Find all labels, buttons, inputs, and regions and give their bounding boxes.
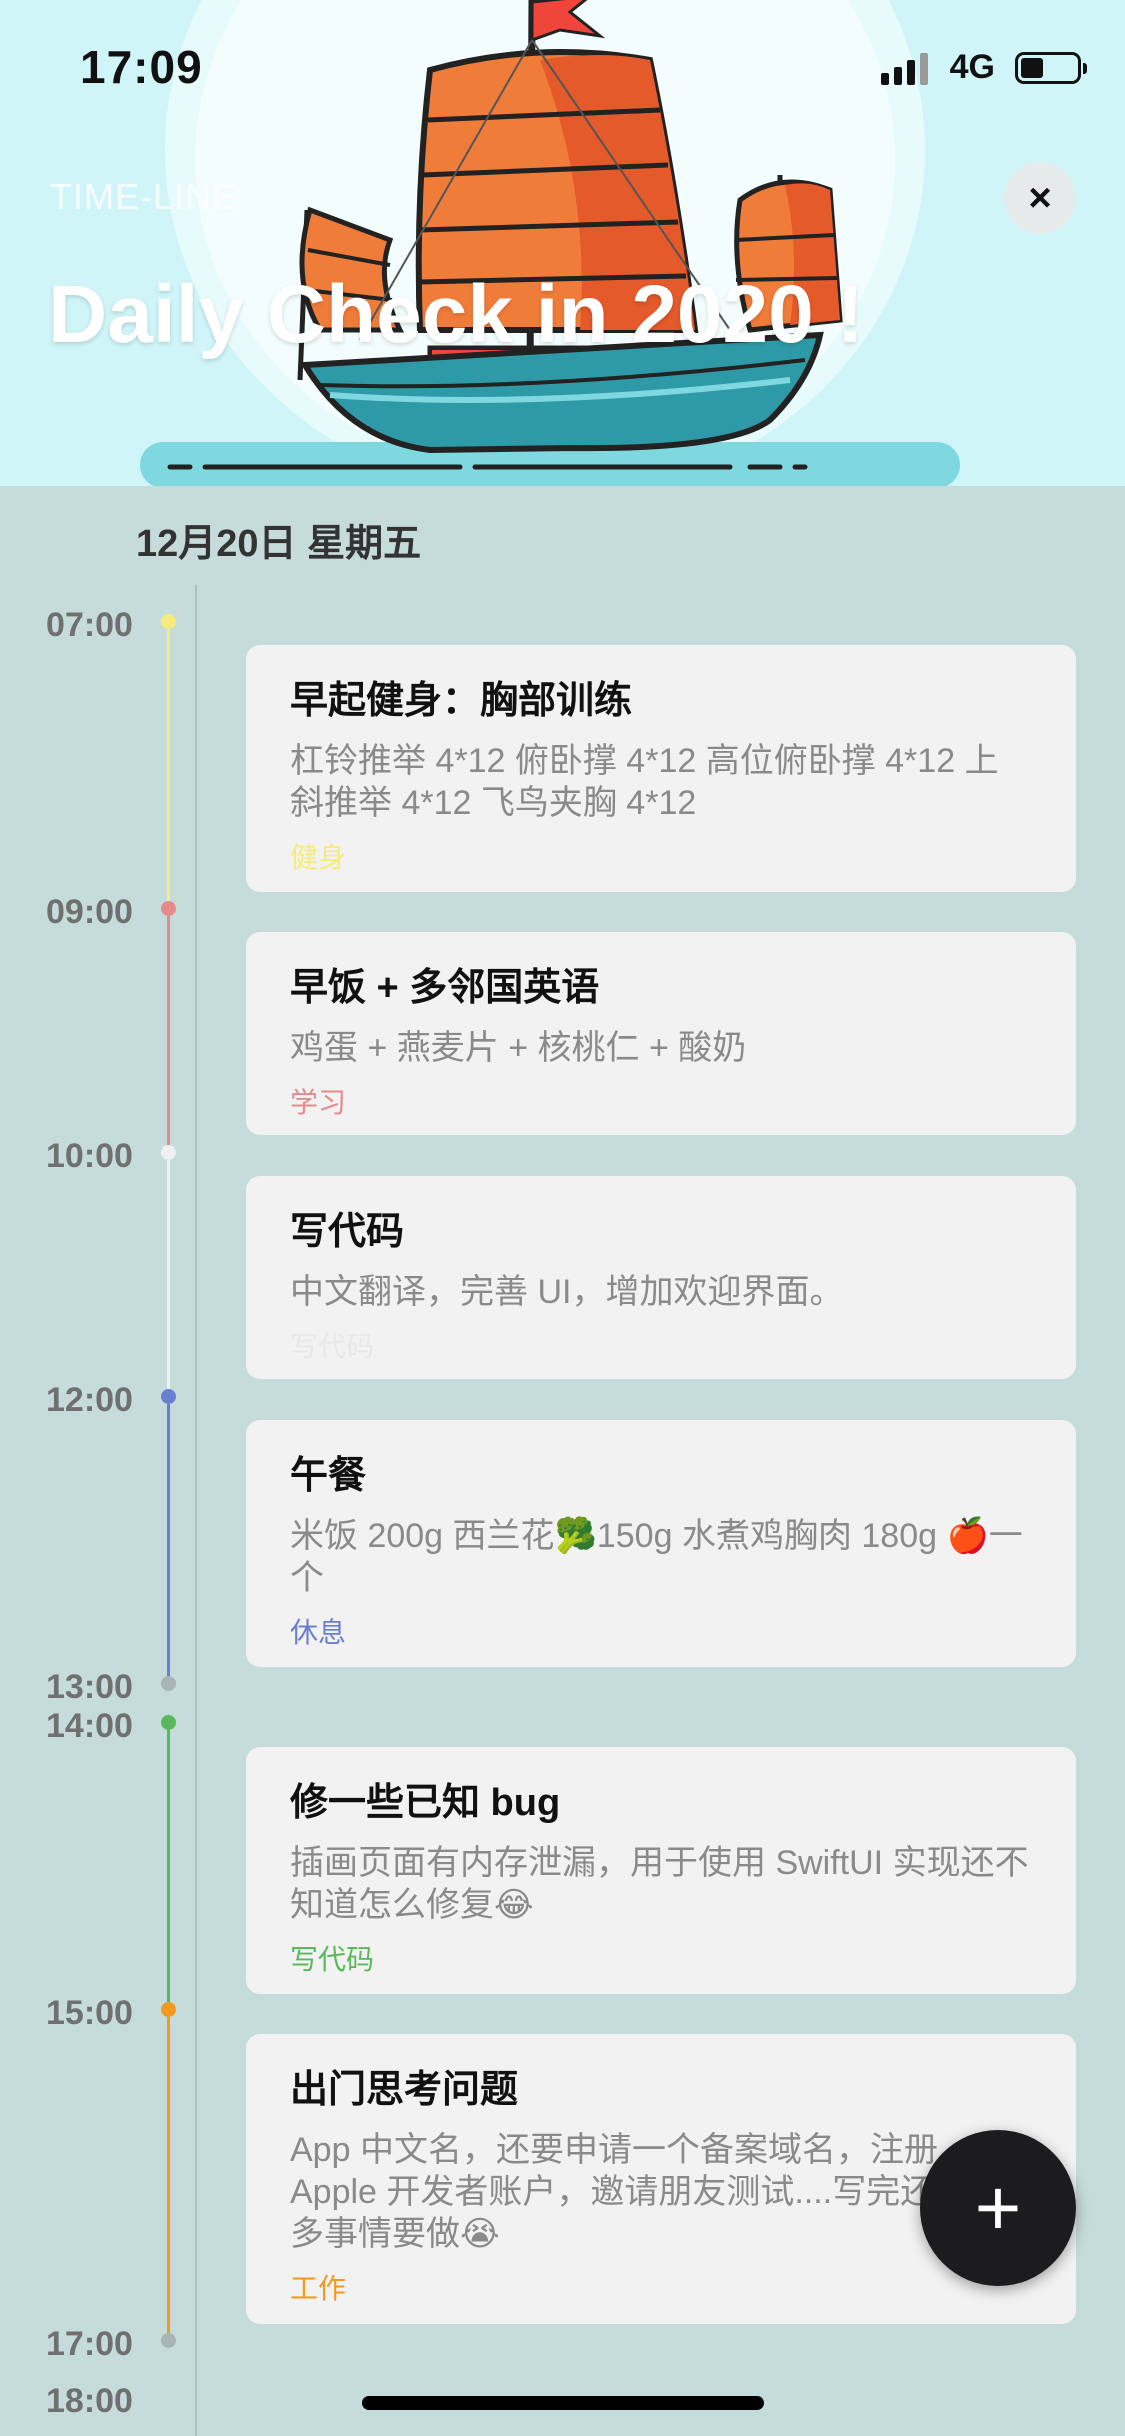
close-button[interactable]: × bbox=[1004, 162, 1076, 234]
timeline-segment bbox=[167, 2017, 170, 2333]
timeline-dot bbox=[161, 614, 176, 629]
plus-icon: + bbox=[974, 2163, 1022, 2252]
header-subtitle: TIME-LINE bbox=[50, 176, 238, 217]
event-description: 插画页面有内存泄漏，用于使用 SwiftUI 实现还不知道怎么修复😂 bbox=[290, 1844, 1029, 1924]
date-label: 12月20日 星期五 bbox=[136, 523, 422, 565]
event-tag: 健身 bbox=[290, 842, 347, 873]
event-title: 早起健身：胸部训练 bbox=[290, 680, 633, 722]
timeline-segment bbox=[167, 629, 170, 901]
junk-ship-illustration bbox=[140, 0, 960, 486]
event-title: 修一些已知 bug bbox=[290, 1782, 561, 1824]
timeline-segment bbox=[167, 1160, 170, 1389]
time-label: 18:00 bbox=[46, 2382, 133, 2420]
event-card[interactable]: 写代码 中文翻译，完善 UI，增加欢迎界面。 写代码 bbox=[246, 1176, 1076, 1379]
event-tag: 休息 bbox=[290, 1617, 347, 1648]
battery-icon bbox=[1015, 51, 1087, 84]
event-card[interactable]: 早起健身：胸部训练 杠铃推举 4*12 俯卧撑 4*12 高位俯卧撑 4*12 … bbox=[246, 645, 1076, 892]
event-card[interactable]: 午餐 米饭 200g 西兰花🥦150g 水煮鸡胸肉 180g 🍎一个 休息 bbox=[246, 1420, 1076, 1667]
event-title: 出门思考问题 bbox=[290, 2069, 519, 2111]
time-label: 10:00 bbox=[46, 1137, 133, 1175]
cellular-signal-icon bbox=[880, 51, 928, 85]
time-label: 12:00 bbox=[46, 1381, 133, 1419]
time-label: 15:00 bbox=[46, 1994, 133, 2032]
time-label: 14:00 bbox=[46, 1707, 133, 1745]
status-time: 17:09 bbox=[80, 41, 203, 93]
event-description: 中文翻译，完善 UI，增加欢迎界面。 bbox=[290, 1273, 844, 1311]
add-event-button[interactable]: + bbox=[920, 2130, 1076, 2286]
time-label: 13:00 bbox=[46, 1668, 133, 1706]
timeline-segment bbox=[167, 1404, 170, 1676]
timeline-dot bbox=[161, 1676, 176, 1691]
timeline-dot bbox=[161, 2002, 176, 2017]
timeline-dot bbox=[161, 1389, 176, 1404]
event-description: 鸡蛋 + 燕麦片 + 核桃仁 + 酸奶 bbox=[290, 1029, 747, 1067]
timeline-dot bbox=[161, 2333, 176, 2348]
event-tag: 学习 bbox=[290, 1087, 347, 1118]
event-title: 写代码 bbox=[290, 1211, 405, 1253]
time-label: 17:00 bbox=[46, 2325, 133, 2363]
header-illustration: 17:09 4G TIME-LINE Daily Check in 2020 !… bbox=[0, 0, 1125, 486]
network-type: 4G bbox=[949, 48, 995, 86]
event-tag: 工作 bbox=[290, 2273, 347, 2304]
event-card[interactable]: 修一些已知 bug 插画页面有内存泄漏，用于使用 SwiftUI 实现还不知道怎… bbox=[246, 1747, 1076, 1994]
timeline-dot bbox=[161, 1715, 176, 1730]
timeline-segment bbox=[167, 916, 170, 1145]
event-tag: 写代码 bbox=[290, 1331, 375, 1362]
timeline-segment bbox=[167, 1730, 170, 2002]
event-description: 杠铃推举 4*12 俯卧撑 4*12 高位俯卧撑 4*12 上斜推举 4*12 … bbox=[290, 742, 999, 822]
status-indicators: 4G bbox=[880, 48, 1087, 87]
event-tag: 写代码 bbox=[290, 1944, 375, 1975]
event-description: 米饭 200g 西兰花🥦150g 水煮鸡胸肉 180g 🍎一个 bbox=[290, 1517, 1023, 1597]
timeline-rail bbox=[195, 585, 197, 2436]
event-title: 早饭 + 多邻国英语 bbox=[290, 967, 600, 1009]
event-card[interactable]: 早饭 + 多邻国英语 鸡蛋 + 燕麦片 + 核桃仁 + 酸奶 学习 bbox=[246, 932, 1076, 1135]
timeline-dot bbox=[161, 901, 176, 916]
timeline-dot bbox=[161, 1145, 176, 1160]
time-label: 09:00 bbox=[46, 893, 133, 931]
page-title: Daily Check in 2020 ! bbox=[48, 269, 864, 360]
close-icon: × bbox=[1028, 175, 1052, 220]
home-indicator bbox=[362, 2396, 764, 2410]
time-label: 07:00 bbox=[46, 606, 133, 644]
event-title: 午餐 bbox=[290, 1455, 367, 1497]
